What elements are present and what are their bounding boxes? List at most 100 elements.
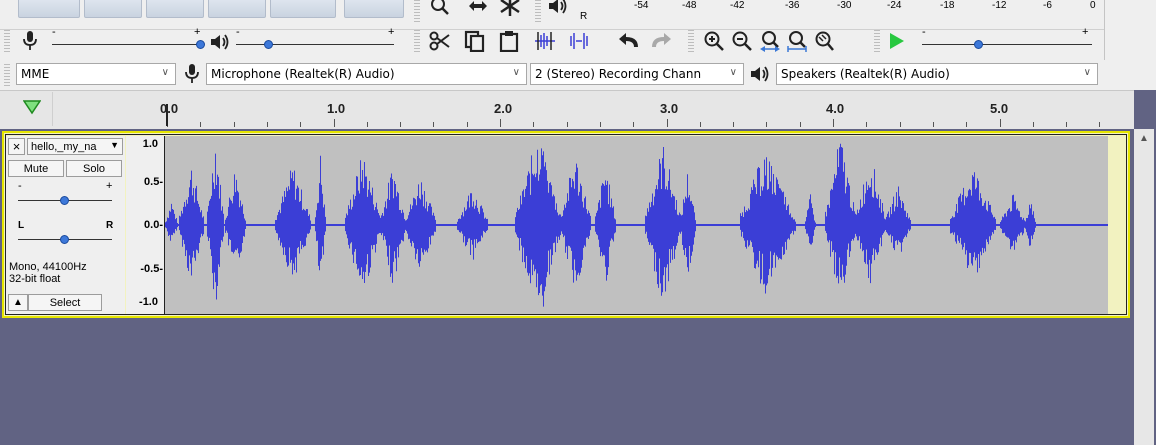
ruler-tick: [1066, 122, 1068, 127]
playback-volume-plus: +: [388, 26, 395, 38]
recording-device-value: Microphone (Realtek(R) Audio): [211, 67, 395, 81]
ruler-tick: [233, 122, 235, 127]
recording-channels-value: 2 (Stereo) Recording Chann: [535, 67, 702, 81]
copy-icon[interactable]: [463, 29, 487, 53]
playback-device-select[interactable]: Speakers (Realtek(R) Audio) ∨: [776, 63, 1098, 85]
meter-tick-label: -12: [992, 0, 1007, 11]
zoom-toggle-icon[interactable]: [812, 29, 836, 53]
collapse-arrow-icon: ▲: [13, 297, 23, 308]
ruler-tick: [466, 122, 468, 127]
tools-grip[interactable]: [414, 0, 420, 22]
zoom-tool-icon[interactable]: [428, 0, 452, 18]
ruler-label: 5.0: [990, 101, 1009, 116]
device-grip[interactable]: [4, 64, 10, 86]
recording-volume-slider[interactable]: [196, 40, 205, 49]
recording-device-mic-icon: [180, 62, 204, 86]
pan-right-label: R: [106, 220, 114, 231]
track-close-button[interactable]: ×: [8, 138, 25, 155]
playback-volume-track[interactable]: [236, 44, 394, 45]
ruler-tick: [633, 122, 635, 127]
recording-volume-track[interactable]: [52, 44, 202, 45]
transport-button-6[interactable]: [344, 0, 404, 18]
track-control-panel: × hello,_my_na ▼ Mute Solo - + L R Mono,…: [6, 136, 125, 314]
silence-audio-icon[interactable]: [567, 29, 591, 53]
gain-minus: -: [18, 180, 22, 192]
scale-label: -0.5-: [140, 263, 163, 275]
audio-host-select[interactable]: MME ∨: [16, 63, 176, 85]
playback-volume-slider[interactable]: [264, 40, 273, 49]
ruler-tick: [866, 122, 868, 127]
transport-button-1[interactable]: [18, 0, 80, 18]
ruler-tick: [766, 122, 768, 127]
timeshift-tool-icon[interactable]: [466, 0, 490, 18]
speed-plus: +: [1082, 26, 1089, 38]
track-info: Mono, 44100Hz 32-bit float: [9, 261, 87, 285]
chevron-down-icon: ∨: [512, 67, 520, 78]
playhead-marker[interactable]: [166, 104, 168, 126]
audio-host-value: MME: [21, 67, 50, 81]
fit-project-icon[interactable]: [785, 29, 809, 53]
ruler-tick: [366, 122, 368, 127]
playback-device-speaker-icon: [748, 62, 772, 86]
zoom-out-icon[interactable]: [730, 29, 754, 53]
recording-channels-select[interactable]: 2 (Stereo) Recording Chann ∨: [530, 63, 744, 85]
ruler-tick: [1032, 122, 1034, 127]
transport-button-3[interactable]: [146, 0, 204, 18]
transport-button-4[interactable]: [208, 0, 266, 18]
pan-left-label: L: [18, 220, 25, 231]
ruler-tick: [699, 122, 701, 127]
gain-slider[interactable]: [60, 196, 69, 205]
scroll-up-icon[interactable]: ▲: [1139, 133, 1149, 144]
ruler-tick: [666, 119, 668, 127]
recording-device-select[interactable]: Microphone (Realtek(R) Audio) ∨: [206, 63, 527, 85]
track-bit-depth: 32-bit float: [9, 273, 61, 285]
ruler-tick: [799, 122, 801, 127]
undo-icon[interactable]: [618, 29, 642, 53]
ruler-tick: [932, 122, 934, 127]
speaker-meter-icon[interactable]: [546, 0, 570, 18]
zoom-grip[interactable]: [688, 30, 694, 54]
paste-icon[interactable]: [497, 29, 521, 53]
recording-volume-minus: -: [52, 26, 56, 38]
chevron-down-icon: ∨: [161, 67, 169, 78]
mixer-grip[interactable]: [4, 30, 10, 54]
playback-volume-minus: -: [236, 26, 240, 38]
speed-track[interactable]: [922, 44, 1092, 45]
play-at-speed-grip[interactable]: [874, 30, 880, 54]
ruler-tick: [433, 122, 435, 127]
transport-button-2[interactable]: [84, 0, 142, 18]
edit-grip[interactable]: [414, 30, 420, 54]
meter-tick-label: -36: [785, 0, 800, 11]
multi-tool-icon[interactable]: [498, 0, 522, 18]
transport-button-5[interactable]: [270, 0, 336, 18]
redo-icon[interactable]: [648, 29, 672, 53]
trim-audio-icon[interactable]: [533, 29, 557, 53]
ruler-label: 4.0: [826, 101, 845, 116]
vertical-scrollbar[interactable]: ▲: [1134, 129, 1154, 445]
solo-button[interactable]: Solo: [66, 160, 122, 177]
pan-slider[interactable]: [60, 235, 69, 244]
select-button[interactable]: Select: [28, 294, 102, 311]
ruler-tick: [599, 122, 601, 127]
speed-minus: -: [922, 26, 926, 38]
scale-label: -1.0: [139, 296, 158, 308]
ruler-label: 0.0: [160, 101, 179, 116]
speed-slider[interactable]: [974, 40, 983, 49]
waveform[interactable]: [165, 136, 1108, 314]
ruler-tick: [300, 122, 302, 127]
scale-label: 0.0-: [144, 219, 163, 231]
fit-selection-icon[interactable]: [758, 29, 782, 53]
meter-scale[interactable]: -54 -48 -42 -36 -30 -24 -18 -12 -6 0: [592, 0, 1102, 22]
scale-label: 0.5-: [144, 176, 163, 188]
cut-icon[interactable]: [428, 29, 452, 53]
vertical-scale[interactable]: 1.0 0.5- 0.0- -0.5- -1.0: [126, 136, 164, 314]
track-name-menu[interactable]: hello,_my_na ▼: [27, 138, 123, 155]
play-at-speed-icon[interactable]: [884, 29, 908, 53]
ruler-left-divider: [52, 92, 53, 126]
collapse-button[interactable]: ▲: [8, 294, 28, 311]
meter-grip[interactable]: [535, 0, 541, 22]
zoom-in-icon[interactable]: [702, 29, 726, 53]
mute-button[interactable]: Mute: [8, 160, 64, 177]
pin-playhead-icon[interactable]: [20, 95, 44, 119]
playback-device-value: Speakers (Realtek(R) Audio): [781, 67, 950, 81]
